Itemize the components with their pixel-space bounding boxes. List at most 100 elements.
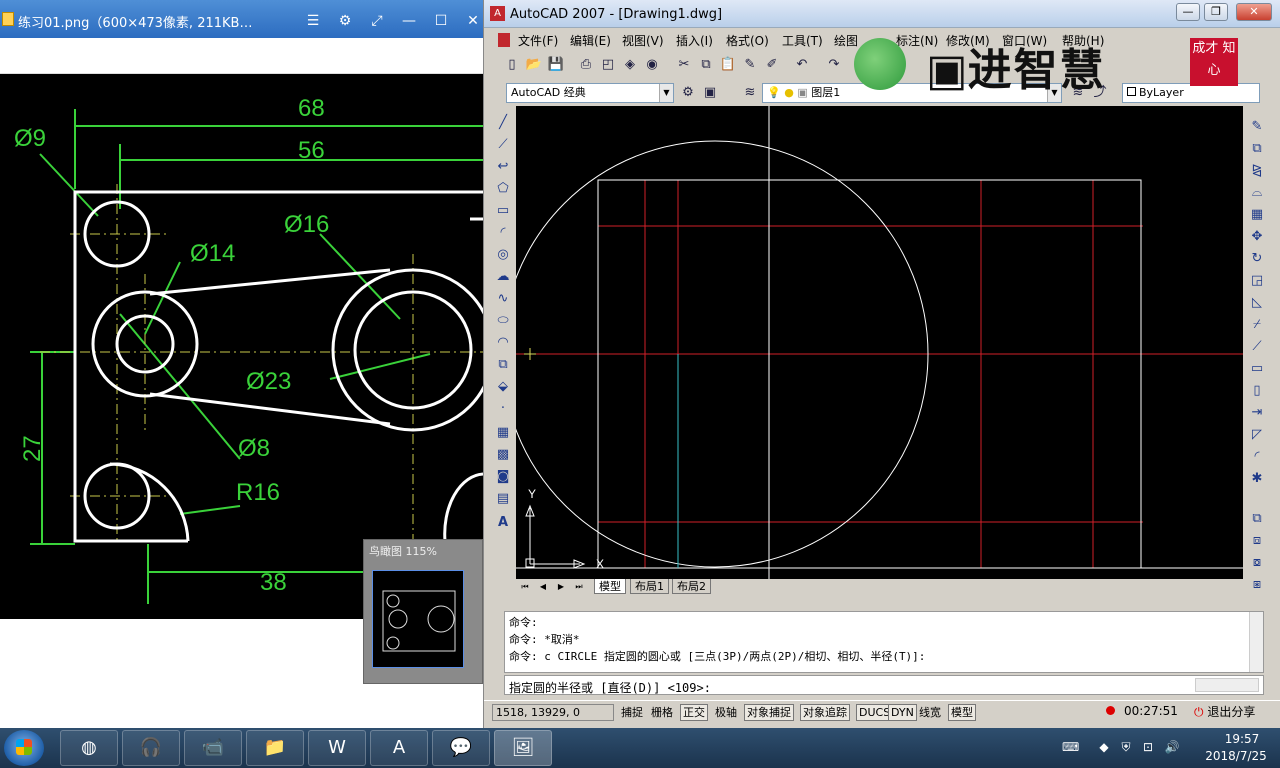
chamfer-icon[interactable]: ◸ — [1246, 424, 1268, 445]
outline-rectangle[interactable] — [597, 179, 1142, 569]
first-tab-icon[interactable]: ⏮ — [518, 580, 532, 593]
start-button[interactable] — [4, 730, 44, 766]
hatch-icon[interactable]: ▦ — [492, 422, 514, 443]
polyline-icon[interactable]: ↩ — [492, 156, 514, 177]
volume-icon[interactable]: 🔊 — [1164, 739, 1180, 755]
osnap-toggle[interactable]: 对象捕捉 — [744, 704, 794, 721]
region-icon[interactable]: ◙ — [492, 466, 514, 487]
prev-tab-icon[interactable]: ◀ — [536, 580, 550, 593]
command-line[interactable]: 指定圆的半径或 [直径(D)] <109>: — [504, 675, 1264, 695]
clock-time[interactable]: 19:57 — [1212, 732, 1272, 746]
viewer-title-bar[interactable]: 练习01.png（600×473像素, 211KB… ☰ ⚙ ⤢ — ☐ ✕ — [0, 0, 483, 38]
drawing-svg[interactable]: Y X — [516, 106, 1243, 579]
drawing-canvas[interactable]: Y X — [516, 106, 1243, 579]
array-icon[interactable]: ▦ — [1246, 204, 1268, 225]
revision-cloud-icon[interactable]: ☁ — [492, 266, 514, 287]
menu-edit[interactable]: 编辑(E) — [570, 32, 611, 49]
scale-icon[interactable]: ◲ — [1246, 270, 1268, 291]
match-properties-icon[interactable]: ✎ — [740, 55, 760, 75]
offset-icon[interactable]: ⌓ — [1246, 182, 1268, 203]
taskbar-folder-icon[interactable]: 📁 — [246, 730, 304, 766]
workspace-settings-icon[interactable]: ⚙ — [678, 83, 698, 103]
menu-tools[interactable]: 工具(T) — [782, 32, 823, 49]
draw-order-icon[interactable]: ⧉ — [1246, 508, 1268, 529]
rotate-icon[interactable]: ↻ — [1246, 248, 1268, 269]
stretch-icon[interactable]: ◺ — [1246, 292, 1268, 313]
spline-icon[interactable]: ∿ — [492, 288, 514, 309]
join-icon[interactable]: ⇥ — [1246, 402, 1268, 423]
arc-icon[interactable]: ◜ — [492, 222, 514, 243]
ortho-toggle[interactable]: 正交 — [680, 704, 708, 721]
send-back-icon[interactable]: ⧇ — [1246, 552, 1268, 573]
dyn-toggle[interactable]: DYN — [888, 704, 917, 721]
tab-model[interactable]: 模型 — [594, 579, 626, 594]
break-icon[interactable]: ▯ — [1246, 380, 1268, 401]
bring-above-icon[interactable]: ⧆ — [1246, 574, 1268, 595]
explode-icon[interactable]: ✱ — [1246, 468, 1268, 489]
paste-icon[interactable]: 📋 — [718, 55, 738, 75]
snap-toggle[interactable]: 捕捉 — [618, 704, 646, 721]
new-file-icon[interactable]: ▯ — [502, 55, 522, 75]
keyboard-icon[interactable]: ⌨ — [1062, 739, 1079, 755]
fullscreen-icon[interactable]: ⤢ — [368, 12, 386, 30]
autocad-title-bar[interactable]: A AutoCAD 2007 - [Drawing1.dwg] — ❐ ✕ — [484, 0, 1280, 28]
last-tab-icon[interactable]: ⏭ — [572, 580, 586, 593]
model-toggle[interactable]: 模型 — [948, 704, 976, 721]
command-history[interactable]: 命令: 命令: *取消* 命令: c CIRCLE 指定圆的圆心或 [三点(3P… — [504, 611, 1264, 673]
copy-icon[interactable]: ⧉ — [696, 55, 716, 75]
history-scrollbar[interactable] — [1249, 612, 1263, 672]
cut-icon[interactable]: ✂ — [674, 55, 694, 75]
circle-icon[interactable]: ◎ — [492, 244, 514, 265]
tab-layout2[interactable]: 布局2 — [672, 579, 711, 594]
restore-button[interactable]: ❐ — [1204, 3, 1228, 21]
save-icon[interactable]: 💾 — [546, 55, 566, 75]
make-block-icon[interactable]: ⬙ — [492, 376, 514, 397]
network-icon[interactable]: ⊡ — [1140, 739, 1156, 755]
document-icon[interactable] — [498, 33, 510, 47]
undo-icon[interactable]: ↶ — [792, 55, 812, 75]
multiline-text-icon[interactable]: A — [492, 512, 514, 533]
exit-share-button[interactable]: ⏻ 退出分享 — [1194, 703, 1255, 720]
taskbar-chat-icon[interactable]: 💬 — [432, 730, 490, 766]
next-tab-icon[interactable]: ▶ — [554, 580, 568, 593]
minimize-icon[interactable]: — — [400, 12, 418, 30]
settings-icon[interactable]: ⚙ — [336, 12, 354, 30]
insert-block-icon[interactable]: ⧉ — [492, 354, 514, 375]
rectangle-icon[interactable]: ▭ — [492, 200, 514, 221]
close-icon[interactable]: ✕ — [464, 12, 482, 30]
ellipse-icon[interactable]: ⬭ — [492, 310, 514, 331]
birdseye-panel[interactable]: 鸟瞰图 115% — [363, 539, 483, 684]
menu-insert[interactable]: 插入(I) — [676, 32, 713, 49]
move-icon[interactable]: ✥ — [1246, 226, 1268, 247]
menu-format[interactable]: 格式(O) — [726, 32, 769, 49]
block-editor-icon[interactable]: ✐ — [762, 55, 782, 75]
workspace-dropdown[interactable]: AutoCAD 经典 ▼ — [506, 83, 674, 103]
break-at-point-icon[interactable]: ▭ — [1246, 358, 1268, 379]
tray-app-icon[interactable]: ◆ — [1096, 739, 1112, 755]
redo-icon[interactable]: ↷ — [824, 55, 844, 75]
taskbar-app-music-icon[interactable]: 🎧 — [122, 730, 180, 766]
minimize-button[interactable]: — — [1176, 3, 1200, 21]
polar-toggle[interactable]: 极轴 — [712, 704, 740, 721]
publish-icon[interactable]: ◈ — [620, 55, 640, 75]
bring-front-icon[interactable]: ⧈ — [1246, 530, 1268, 551]
menu-icon[interactable]: ☰ — [304, 12, 322, 30]
menu-file[interactable]: 文件(F) — [518, 32, 558, 49]
table-icon[interactable]: ▤ — [492, 488, 514, 509]
line-tool-icon[interactable]: ╱ — [492, 112, 514, 133]
save-workspace-icon[interactable]: ▣ — [700, 83, 720, 103]
clock-date[interactable]: 2018/7/25 — [1196, 749, 1276, 763]
ellipse-arc-icon[interactable]: ◠ — [492, 332, 514, 353]
copy-object-icon[interactable]: ⧉ — [1246, 138, 1268, 159]
taskbar-app-green-icon[interactable]: ◍ — [60, 730, 118, 766]
fillet-icon[interactable]: ◜ — [1246, 446, 1268, 467]
layer-manager-icon[interactable]: ≋ — [740, 83, 760, 103]
erase-icon[interactable]: ✎ — [1246, 116, 1268, 137]
horizontal-scrollbar[interactable] — [1195, 678, 1259, 692]
construction-line-icon[interactable]: ⟋ — [492, 134, 514, 155]
lineweight-toggle[interactable]: 线宽 — [916, 704, 944, 721]
preview-icon[interactable]: ◰ — [598, 55, 618, 75]
taskbar-autocad-icon[interactable]: A — [370, 730, 428, 766]
shield-icon[interactable]: ⛨ — [1118, 739, 1134, 755]
taskbar-image-viewer-icon[interactable]: 🖼 — [494, 730, 552, 766]
